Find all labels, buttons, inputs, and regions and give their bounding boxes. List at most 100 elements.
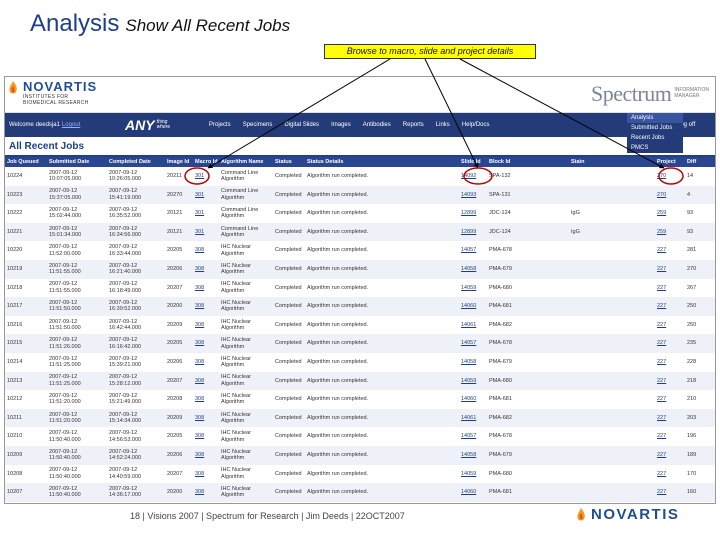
cell-macro-id[interactable]: 308 xyxy=(193,241,219,260)
table-row: 10211 2007-09-12 11:51:20.000 2007-09-12 1… xyxy=(5,408,715,428)
cell-project[interactable]: 227 xyxy=(655,390,685,409)
cell-macro-id[interactable]: 308 xyxy=(193,259,219,279)
cell-status-details: Algorithm run completed. xyxy=(305,334,459,353)
cell-image-id: 20206 xyxy=(165,259,193,279)
cell-macro-id[interactable]: 308 xyxy=(193,445,219,465)
cell-macro-id[interactable]: 301 xyxy=(193,185,219,205)
cell-slide-id[interactable]: 14060 xyxy=(459,390,487,409)
cell-macro-id[interactable]: 308 xyxy=(193,483,219,502)
footer-logo-text: NOVARTIS xyxy=(591,506,680,523)
cell-macro-id[interactable]: 308 xyxy=(193,315,219,335)
cell-macro-id[interactable]: 308 xyxy=(193,334,219,353)
cell-slide-id[interactable]: 14060 xyxy=(459,297,487,316)
cell-project[interactable]: 227 xyxy=(655,241,685,260)
cell-macro-id[interactable]: 308 xyxy=(193,408,219,428)
cell-slide-id[interactable]: 14060 xyxy=(459,483,487,502)
menu-recent-jobs[interactable]: Recent Jobs xyxy=(627,133,683,143)
cell-macro-id[interactable]: 301 xyxy=(193,204,219,223)
nav-images[interactable]: Images xyxy=(325,122,357,128)
menu-submitted-jobs[interactable]: Submitted Jobs xyxy=(627,123,683,133)
nav-projects[interactable]: Projects xyxy=(203,122,237,128)
col-project[interactable]: Project xyxy=(655,157,685,167)
cell-project[interactable]: 259 xyxy=(655,222,685,242)
col-macro-id[interactable]: Macro Id xyxy=(193,157,219,167)
cell-project[interactable]: 259 xyxy=(655,204,685,223)
cell-slide-id[interactable]: 14059 xyxy=(459,278,487,298)
cell-macro-id[interactable]: 308 xyxy=(193,390,219,409)
cell-macro-id[interactable]: 308 xyxy=(193,278,219,298)
col-submitted-date[interactable]: Submitted Date xyxy=(47,157,107,167)
cell-diff: 196 xyxy=(685,427,715,446)
cell-slide-id[interactable]: 12899 xyxy=(459,222,487,242)
cell-slide-id[interactable]: 14092 xyxy=(459,167,487,186)
cell-status: Completed xyxy=(273,297,305,316)
col-status-details[interactable]: Status Details xyxy=(305,157,459,167)
cell-slide-id[interactable]: 14058 xyxy=(459,259,487,279)
nav-digital-slides[interactable]: Digital Slides xyxy=(278,122,325,128)
cell-macro-id[interactable]: 301 xyxy=(193,222,219,242)
welcome-area: Welcome deedsja1 Logout xyxy=(5,122,125,128)
cell-slide-id[interactable]: 14057 xyxy=(459,334,487,353)
cell-slide-id[interactable]: 14058 xyxy=(459,445,487,465)
cell-project[interactable]: 227 xyxy=(655,371,685,391)
cell-slide-id[interactable]: 14061 xyxy=(459,408,487,428)
cell-algorithm-name: IHC Nuclear Algorithm xyxy=(219,241,273,260)
nav-links[interactable]: Links xyxy=(430,122,456,128)
col-algorithm-name[interactable]: Algorithm Name xyxy=(219,157,273,167)
cell-slide-id[interactable]: 14057 xyxy=(459,241,487,260)
nav-help-docs[interactable]: Help/Docs xyxy=(456,122,496,128)
col-block-id[interactable]: Block Id xyxy=(487,157,569,167)
cell-project[interactable]: 227 xyxy=(655,297,685,316)
product-name: Spectrum xyxy=(591,81,672,106)
cell-stain xyxy=(569,408,655,428)
cell-stain: IgG xyxy=(569,222,655,242)
cell-macro-id[interactable]: 308 xyxy=(193,371,219,391)
cell-slide-id[interactable]: 14057 xyxy=(459,427,487,446)
cell-slide-id[interactable]: 12899 xyxy=(459,204,487,223)
cell-project[interactable]: 227 xyxy=(655,464,685,484)
cell-macro-id[interactable]: 308 xyxy=(193,297,219,316)
cell-project[interactable]: 227 xyxy=(655,483,685,502)
cell-macro-id[interactable]: 308 xyxy=(193,464,219,484)
cell-slide-id[interactable]: 14093 xyxy=(459,185,487,205)
cell-macro-id[interactable]: 301 xyxy=(193,167,219,186)
nav-specimens[interactable]: Specimens xyxy=(237,122,279,128)
cell-job-queued: 10224 xyxy=(5,167,47,186)
table-row: 10208 2007-09-12 11:50:40.000 2007-09-12 1… xyxy=(5,464,715,484)
cell-slide-id[interactable]: 14059 xyxy=(459,371,487,391)
col-status[interactable]: Status xyxy=(273,157,305,167)
col-job-queued[interactable]: Job Queued xyxy=(5,157,47,167)
cell-slide-id[interactable]: 14061 xyxy=(459,315,487,335)
cell-project[interactable]: 227 xyxy=(655,352,685,372)
cell-algorithm-name: IHC Nuclear Algorithm xyxy=(219,464,273,484)
cell-status-details: Algorithm run completed. xyxy=(305,241,459,260)
col-stain[interactable]: Stain xyxy=(569,157,655,167)
nav-reports[interactable]: Reports xyxy=(397,122,430,128)
cell-image-id: 20207 xyxy=(165,371,193,391)
col-completed-date[interactable]: Completed Date xyxy=(107,157,165,167)
col-slide-id[interactable]: Slide Id xyxy=(459,157,487,167)
cell-macro-id[interactable]: 308 xyxy=(193,427,219,446)
product-sub2: MANAGER xyxy=(674,93,700,99)
col-diff[interactable]: Diff xyxy=(685,157,715,167)
cell-project[interactable]: 227 xyxy=(655,427,685,446)
cell-project[interactable]: 227 xyxy=(655,315,685,335)
cell-status-details: Algorithm run completed. xyxy=(305,445,459,465)
cell-slide-id[interactable]: 14059 xyxy=(459,464,487,484)
logout-link[interactable]: Logout xyxy=(62,122,80,128)
col-image-id[interactable]: Image Id xyxy=(165,157,193,167)
cell-macro-id[interactable]: 308 xyxy=(193,352,219,372)
cell-slide-id[interactable]: 14058 xyxy=(459,352,487,372)
cell-project[interactable]: 227 xyxy=(655,259,685,279)
nav-antibodies[interactable]: Antibodies xyxy=(357,122,397,128)
cell-project[interactable]: 227 xyxy=(655,445,685,465)
cell-project[interactable]: 227 xyxy=(655,334,685,353)
cell-image-id: 20270 xyxy=(165,185,193,205)
cell-project[interactable]: 270 xyxy=(655,185,685,205)
cell-project[interactable]: 227 xyxy=(655,408,685,428)
cell-project[interactable]: 227 xyxy=(655,278,685,298)
cell-project[interactable]: 270 xyxy=(655,167,685,186)
nav-analysis[interactable]: Analysis xyxy=(627,113,683,123)
menu-pmcs[interactable]: PMCS xyxy=(627,143,683,153)
cell-stain xyxy=(569,315,655,335)
